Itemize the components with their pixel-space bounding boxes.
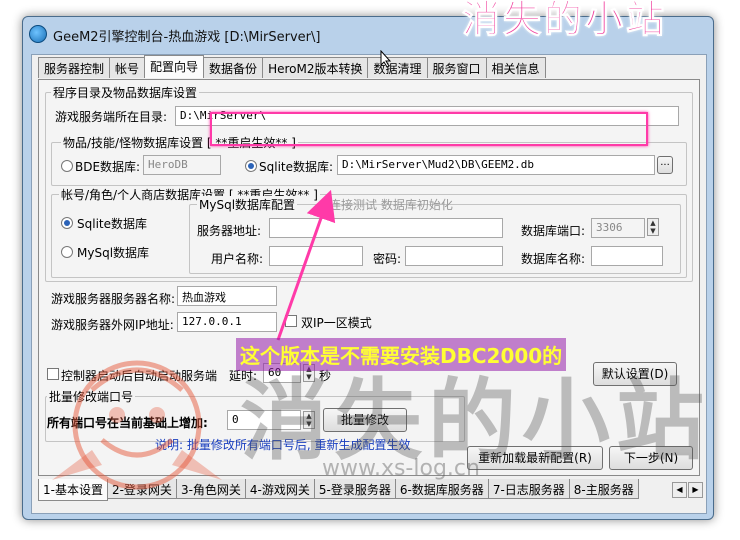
tab-top-7[interactable]: 相关信息 (485, 57, 546, 78)
sqlite-account-radio[interactable] (61, 217, 73, 229)
sqlite-item-label: Sqlite数据库: (259, 160, 334, 174)
port-input[interactable]: 3306 (591, 218, 645, 238)
password-input[interactable] (405, 246, 503, 266)
tab-top-3[interactable]: 数据备份 (203, 57, 264, 78)
tab-bottom-4[interactable]: 5-登录服务器 (313, 479, 396, 499)
tab-bottom-5[interactable]: 6-数据库服务器 (394, 479, 489, 499)
password-label: 密码: (373, 252, 402, 266)
bde-radio[interactable] (61, 160, 73, 172)
window-title: GeeM2引擎控制台-热血游戏 [D:\MirServer\] (53, 30, 321, 45)
mascot-watermark (52, 360, 222, 490)
browse-button[interactable]: ... (657, 156, 673, 174)
tab-top-0[interactable]: 服务器控制 (38, 57, 111, 78)
sqlite-highlight-box (210, 112, 648, 146)
tab-bottom-3[interactable]: 4-游戏网关 (244, 479, 315, 499)
top-tab-bar: 服务器控制 帐号 配置向导 数据备份 HeroM2版本转换 数据清理 服务窗口 相关信息 (38, 55, 546, 79)
tab-top-6[interactable]: 服务窗口 (426, 57, 487, 78)
annotation-banner: 这个版本是不需要安装DBC2000的 (236, 338, 567, 371)
brand-logo-text: 消失的小站 (461, 0, 668, 42)
ip-input[interactable]: 127.0.0.1 (177, 312, 277, 332)
mysql-account-radio[interactable] (61, 246, 73, 258)
username-input[interactable] (269, 246, 363, 266)
tab-scroll-right[interactable]: ▶ (688, 482, 703, 498)
dual-ip-label: 双IP一区模式 (301, 316, 372, 330)
mysql-account-label: MySql数据库 (77, 246, 150, 260)
username-label: 用户名称: (211, 252, 264, 266)
mouse-cursor-icon (380, 50, 392, 68)
mysql-config-title: MySql数据库配置 (197, 196, 298, 213)
tab-top-1[interactable]: 帐号 (109, 57, 146, 78)
dual-ip-checkbox[interactable] (285, 315, 297, 327)
bde-label: BDE数据库: (75, 160, 141, 174)
mysql-links[interactable]: 连接测试 数据库初始化 (329, 196, 453, 213)
port-label: 数据库端口: (521, 224, 586, 238)
dir-label: 游戏服务端所在目录: (55, 110, 168, 124)
tab-top-2[interactable]: 配置向导 (144, 55, 205, 78)
tab-top-5[interactable]: 数据清理 (367, 57, 428, 78)
watermark-url: www.xs-log.cn (322, 456, 480, 481)
port-spinner[interactable]: ▲ ▼ (647, 218, 659, 236)
section-title: 程序目录及物品数据库设置 (51, 84, 200, 101)
tab-bottom-7[interactable]: 8-主服务器 (568, 479, 639, 499)
dbname-label: 数据库名称: (521, 252, 586, 266)
dbname-input[interactable] (591, 246, 663, 266)
server-name-input[interactable]: 热血游戏 (177, 286, 277, 306)
tab-top-4[interactable]: HeroM2版本转换 (262, 57, 369, 78)
server-addr-label: 服务器地址: (197, 224, 262, 238)
sqlite-account-label: Sqlite数据库 (77, 217, 147, 231)
bde-input[interactable]: HeroDB (143, 155, 221, 175)
server-addr-input[interactable] (269, 218, 503, 238)
sqlite-path-input[interactable]: D:\MirServer\Mud2\DB\GEEM2.db (337, 155, 655, 175)
tab-bottom-6[interactable]: 7-日志服务器 (487, 479, 570, 499)
app-icon (29, 25, 47, 43)
sqlite-item-radio[interactable] (245, 160, 257, 172)
tab-scroll-left[interactable]: ◀ (672, 482, 687, 498)
server-name-label: 游戏服务器服务器名称: (51, 292, 176, 306)
